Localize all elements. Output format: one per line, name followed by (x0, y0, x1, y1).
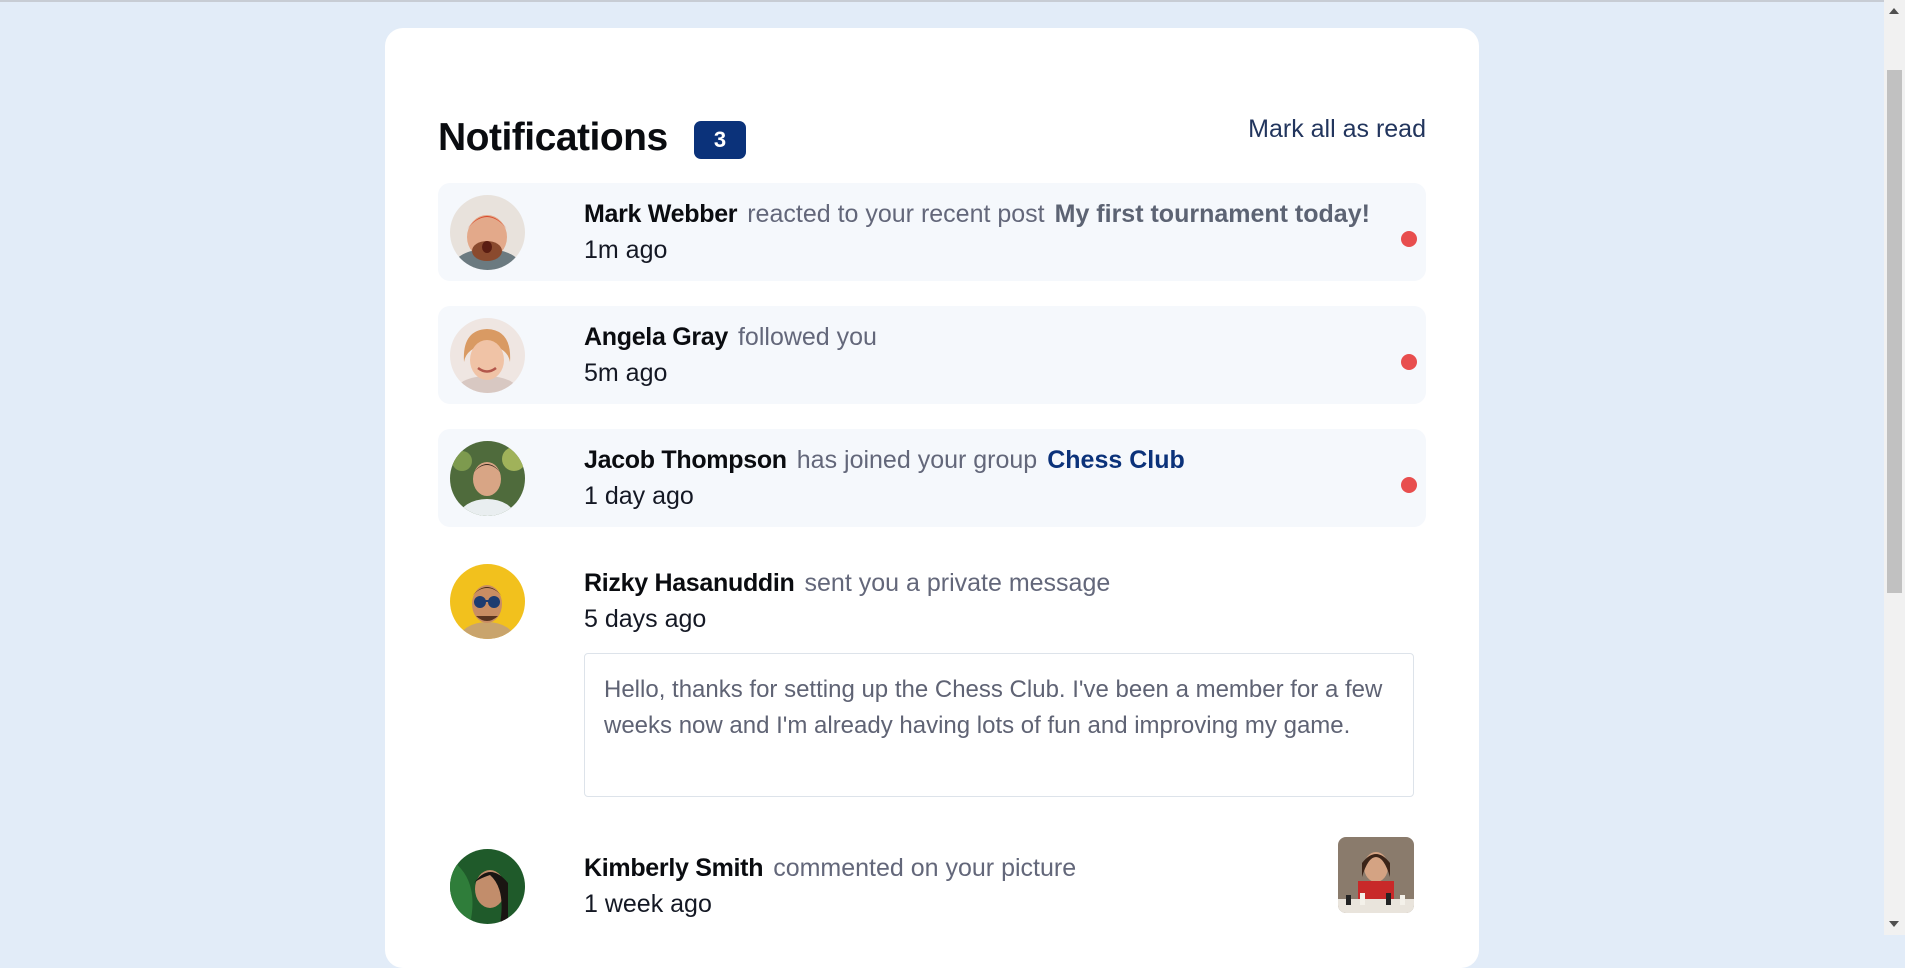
user-name[interactable]: Jacob Thompson (584, 446, 787, 474)
page-title: Notifications (438, 116, 668, 159)
notification-action: reacted to your recent post (747, 200, 1045, 228)
notification-text: Jacob Thompson has joined your group Chess… (584, 446, 1185, 475)
unread-dot-icon (1401, 477, 1417, 493)
notifications-header: Notifications 3 Mark all as read (438, 86, 1426, 159)
notification-item[interactable]: Angela Gray followed you 5m ago (438, 306, 1426, 404)
notification-action: sent you a private message (804, 569, 1111, 597)
notification-item[interactable]: Jacob Thompson has joined your group Chess… (438, 429, 1426, 527)
user-name[interactable]: Angela Gray (584, 323, 728, 351)
mark-all-read-button[interactable]: Mark all as read (1248, 115, 1426, 144)
unread-dot-icon (1401, 231, 1417, 247)
avatar[interactable] (450, 849, 525, 924)
avatar[interactable] (450, 564, 525, 639)
user-name[interactable]: Rizky Hasanuddin (584, 569, 795, 597)
avatar[interactable] (450, 441, 525, 516)
private-message[interactable]: Hello, thanks for setting up the Chess C… (584, 653, 1414, 797)
vertical-scrollbar[interactable] (1884, 0, 1905, 935)
scroll-down-icon[interactable] (1889, 921, 1899, 927)
notification-text: Angela Gray followed you (584, 323, 877, 352)
group-link[interactable]: Chess Club (1047, 446, 1185, 474)
notification-time: 5m ago (584, 359, 668, 387)
notification-time: 1 day ago (584, 482, 694, 510)
user-name[interactable]: Mark Webber (584, 200, 738, 228)
notification-text: Kimberly Smith commented on your picture (584, 854, 1076, 883)
commented-picture-thumbnail[interactable] (1338, 837, 1414, 913)
notification-time: 1 week ago (584, 890, 712, 918)
avatar[interactable] (450, 318, 525, 393)
notification-action: followed you (737, 323, 877, 351)
scrollbar-thumb[interactable] (1887, 70, 1902, 593)
notification-time: 5 days ago (584, 605, 707, 633)
user-name[interactable]: Kimberly Smith (584, 854, 763, 882)
notification-text: Rizky Hasanuddin sent you a private messa… (584, 569, 1110, 598)
unread-dot-icon (1401, 354, 1417, 370)
notification-action: has joined your group (796, 446, 1038, 474)
notification-text: Mark Webber reacted to your recent post My… (584, 200, 1370, 229)
notifications-card: Notifications 3 Mark all as read Mark We… (385, 28, 1479, 968)
notification-time: 1m ago (584, 236, 668, 264)
notification-item[interactable]: Rizky Hasanuddin sent you a private messa… (438, 552, 1426, 650)
notification-item[interactable]: Mark Webber reacted to your recent post My… (438, 183, 1426, 281)
scroll-up-icon[interactable] (1889, 8, 1899, 14)
unread-count-badge: 3 (694, 121, 746, 159)
avatar[interactable] (450, 195, 525, 270)
notification-item[interactable]: Kimberly Smith commented on your picture … (438, 837, 1426, 935)
top-border (0, 0, 1884, 2)
post-link[interactable]: My first tournament today! (1055, 200, 1370, 228)
notification-action: commented on your picture (773, 854, 1077, 882)
